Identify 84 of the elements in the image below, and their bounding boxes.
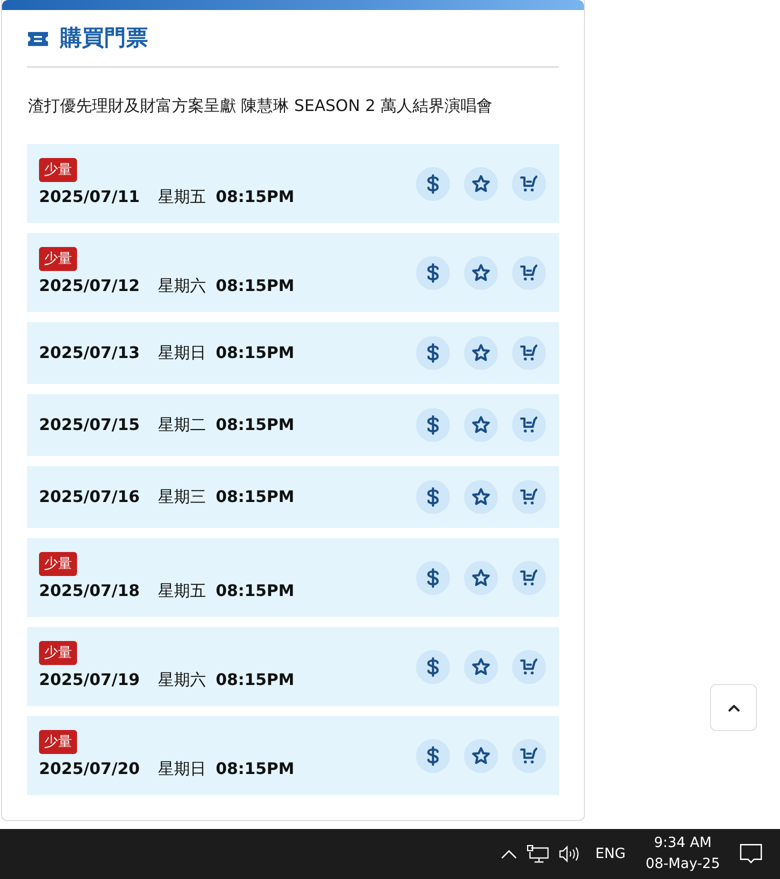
price-button[interactable]: [416, 480, 450, 514]
star-icon: [470, 566, 492, 588]
show-time: 08:15PM: [216, 414, 294, 436]
add-to-cart-button[interactable]: [512, 650, 546, 684]
star-icon: [470, 744, 492, 766]
favorite-button[interactable]: [464, 336, 498, 370]
show-row[interactable]: 少量 2025/07/20 星期日 08:15PM: [27, 716, 559, 795]
show-date: 2025/07/18: [39, 580, 140, 602]
show-row[interactable]: 少量 2025/07/12 星期六 08:15PM: [27, 233, 559, 312]
limited-badge: 少量: [39, 641, 77, 665]
show-weekday: 星期六: [158, 275, 206, 297]
show-date: 2025/07/16: [39, 486, 140, 508]
show-row[interactable]: 2025/07/16 星期三 08:15PM: [27, 466, 559, 528]
show-time: 08:15PM: [216, 669, 294, 691]
show-row[interactable]: 2025/07/15 星期二 08:15PM: [27, 394, 559, 456]
star-icon: [470, 414, 492, 436]
show-date: 2025/07/11: [39, 186, 140, 208]
show-weekday: 星期五: [158, 186, 206, 208]
star-icon: [470, 172, 492, 194]
cart-icon: [518, 566, 540, 588]
show-weekday: 星期日: [158, 758, 206, 780]
favorite-button[interactable]: [464, 166, 498, 200]
add-to-cart-button[interactable]: [512, 480, 546, 514]
clock-date[interactable]: 08-May-25: [646, 854, 720, 875]
show-time: 08:15PM: [216, 342, 294, 364]
section-title: 購買門票: [60, 25, 148, 53]
limited-badge: 少量: [39, 552, 77, 576]
price-button[interactable]: [416, 166, 450, 200]
show-weekday: 星期三: [158, 486, 206, 508]
speaker-icon[interactable]: [559, 845, 582, 863]
limited-badge: 少量: [39, 730, 77, 754]
language-indicator[interactable]: ENG: [595, 846, 626, 862]
favorite-button[interactable]: [464, 560, 498, 594]
event-title: 渣打優先理財及財富方案呈獻 陳慧琳 SEASON 2 萬人結界演唱會: [28, 95, 494, 117]
limited-badge: 少量: [39, 247, 77, 271]
show-date: 2025/07/12: [39, 275, 140, 297]
ticket-icon: [28, 32, 48, 46]
show-row[interactable]: 少量 2025/07/19 星期六 08:15PM: [27, 627, 559, 706]
star-icon: [470, 656, 492, 678]
price-button[interactable]: [416, 408, 450, 442]
price-button[interactable]: [416, 560, 450, 594]
add-to-cart-button[interactable]: [512, 166, 546, 200]
add-to-cart-button[interactable]: [512, 336, 546, 370]
monitor-icon[interactable]: [527, 845, 550, 863]
add-to-cart-button[interactable]: [512, 256, 546, 290]
cart-icon: [518, 744, 540, 766]
show-row[interactable]: 少量 2025/07/18 星期五 08:15PM: [27, 538, 559, 617]
favorite-button[interactable]: [464, 650, 498, 684]
show-time: 08:15PM: [216, 580, 294, 602]
price-button[interactable]: [416, 650, 450, 684]
favorite-button[interactable]: [464, 256, 498, 290]
clock-time[interactable]: 9:34 AM: [654, 833, 712, 854]
favorite-button[interactable]: [464, 738, 498, 772]
favorite-button[interactable]: [464, 408, 498, 442]
show-date: 2025/07/19: [39, 669, 140, 691]
show-weekday: 星期二: [158, 414, 206, 436]
show-row[interactable]: 2025/07/13 星期日 08:15PM: [27, 322, 559, 384]
show-weekday: 星期六: [158, 669, 206, 691]
show-weekday: 星期日: [158, 342, 206, 364]
add-to-cart-button[interactable]: [512, 738, 546, 772]
price-button[interactable]: [416, 738, 450, 772]
price-button[interactable]: [416, 256, 450, 290]
star-icon: [470, 486, 492, 508]
chevron-up-icon[interactable]: [501, 849, 518, 859]
show-time: 08:15PM: [216, 275, 294, 297]
add-to-cart-button[interactable]: [512, 408, 546, 442]
star-icon: [470, 262, 492, 284]
show-weekday: 星期五: [158, 580, 206, 602]
star-icon: [470, 342, 492, 364]
show-time: 08:15PM: [216, 186, 294, 208]
price-button[interactable]: [416, 336, 450, 370]
show-time: 08:15PM: [216, 758, 294, 780]
add-to-cart-button[interactable]: [512, 560, 546, 594]
limited-badge: 少量: [39, 158, 77, 182]
show-date: 2025/07/13: [39, 342, 140, 364]
show-row[interactable]: 少量 2025/07/11 星期五 08:15PM: [27, 144, 559, 223]
show-time: 08:15PM: [216, 486, 294, 508]
show-date: 2025/07/20: [39, 758, 140, 780]
cart-icon: [518, 172, 540, 194]
cart-icon: [518, 656, 540, 678]
show-date: 2025/07/15: [39, 414, 140, 436]
favorite-button[interactable]: [464, 480, 498, 514]
cart-icon: [518, 262, 540, 284]
notification-icon[interactable]: [740, 844, 762, 864]
